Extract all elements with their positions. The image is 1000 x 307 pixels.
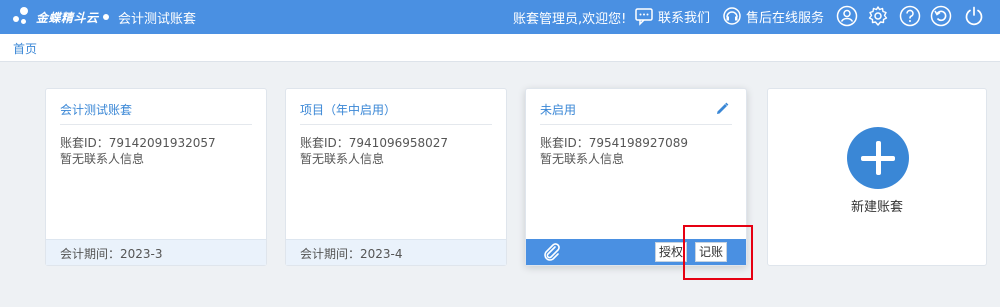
gear-icon[interactable] [867,5,889,27]
contact-info: 暂无联系人信息 [60,152,145,166]
new-account-book-card[interactable]: 新建账套 [767,88,987,266]
contact-info: 暂无联系人信息 [300,152,385,166]
logo-text: 金蝶精斗云 [36,10,99,25]
chat-icon [635,8,653,26]
help-icon[interactable] [899,5,921,27]
book-id: 账套ID：79142091932057 [60,136,216,150]
user-icon[interactable] [836,5,858,27]
card-info: 账套ID：7954198927089 暂无联系人信息 [540,135,688,167]
paperclip-icon[interactable] [542,243,562,261]
divider [300,124,492,125]
contact-us-label: 联系我们 [658,10,711,26]
card-info: 账套ID：7941096958027 暂无联系人信息 [300,135,448,167]
card-info: 账套ID：79142091932057 暂无联系人信息 [60,135,216,167]
highlight-box [683,225,753,280]
edit-icon[interactable] [714,101,730,117]
book-id: 账套ID：7941096958027 [300,136,449,150]
brand-logo[interactable]: 金蝶精斗云 [12,6,99,28]
card-title[interactable]: 未启用 [540,101,576,118]
card-footer: 会计期间：2023-4 [286,239,506,265]
card-title[interactable]: 项目（年中启用） [300,101,396,118]
contact-us-button[interactable]: 联系我们 [634,6,710,26]
online-service-button[interactable]: 售后在线服务 [722,6,824,26]
card-title[interactable]: 会计测试账套 [60,101,132,118]
account-book-card[interactable]: 项目（年中启用） 账套ID：7941096958027 暂无联系人信息 会计期间… [285,88,507,266]
accounting-period: 会计期间：2023-4 [300,247,403,261]
accounting-period: 会计期间：2023-3 [60,247,163,261]
greeting-text: 账套管理员,欢迎您! [513,12,627,27]
book-id: 账套ID：7954198927089 [540,136,689,150]
current-book-name[interactable]: 会计测试账套 [118,8,196,27]
breadcrumb: 首页 [0,34,1000,62]
account-book-card[interactable]: 会计测试账套 账套ID：79142091932057 暂无联系人信息 会计期间：… [45,88,267,266]
logo-icon [12,7,34,27]
plus-icon[interactable] [847,127,909,189]
divider [60,124,252,125]
divider [540,124,732,125]
headset-icon [723,7,741,25]
card-footer: 会计期间：2023-3 [46,239,266,265]
new-account-book-label: 新建账套 [850,200,903,215]
power-icon[interactable] [963,5,985,27]
top-bar: 金蝶精斗云 会计测试账套 账套管理员,欢迎您! 联系我们 售后在线服务 [0,0,1000,34]
contact-info: 暂无联系人信息 [540,152,625,166]
online-service-label: 售后在线服务 [746,10,825,26]
refresh-icon[interactable] [930,5,952,27]
breadcrumb-home[interactable]: 首页 [13,40,37,57]
separator-dot [103,14,109,20]
